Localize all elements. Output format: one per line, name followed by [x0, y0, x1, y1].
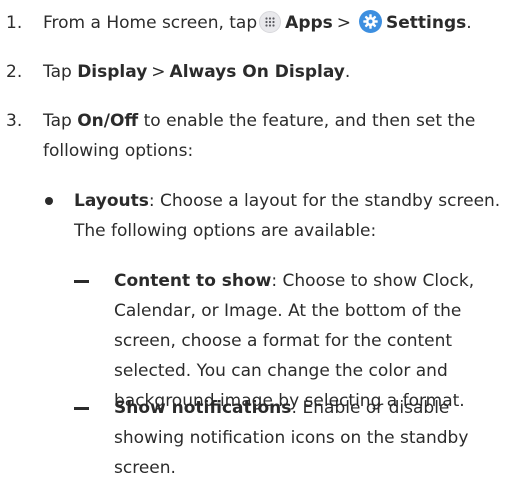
on-off-label: On/Off: [77, 111, 139, 131]
sub-item-line-2: Calendar, or Image. At the bottom of the: [114, 301, 462, 321]
bullet-line-1-rest: : Choose a layout for the standby screen…: [148, 191, 501, 211]
step-number: 1.: [6, 13, 23, 33]
sub-item-line-3: screen.: [114, 458, 176, 478]
bullet-text: Layouts: Choose a layout for the standby…: [74, 186, 519, 246]
step-line-1-rest: to enable the feature, and then set the: [143, 111, 476, 131]
step-number: 3.: [6, 111, 23, 131]
sub-item-text: Show notifications: Enable or disable sh…: [114, 393, 519, 483]
sub-item-line-1: Show notifications: Enable or disable: [114, 393, 519, 423]
show-notifications-term: Show notifications: [114, 398, 292, 418]
dash-marker: [74, 280, 89, 283]
bullet-dot: [45, 197, 53, 205]
settings-label: Settings: [386, 13, 467, 33]
instructions-document: 1. From a Home screen, tap Apps > Settings.…: [0, 0, 527, 483]
sub-item-show-notifications: Show notifications: Enable or disable sh…: [0, 393, 527, 483]
bullet-line-2: The following options are available:: [74, 221, 377, 241]
display-label: Display: [77, 62, 148, 82]
step-line-2: following options:: [43, 141, 194, 161]
bullet-layouts: Layouts: Choose a layout for the standby…: [0, 186, 527, 246]
sub-item-line-1: Content to show: Choose to show Clock,: [114, 266, 519, 296]
apps-grid-icon: [259, 11, 282, 33]
step-text-suffix: .: [466, 13, 472, 33]
step-text-suffix: .: [344, 62, 351, 82]
step-text: Tap Display > Always On Display.: [43, 57, 518, 87]
dash-marker: [74, 407, 89, 410]
sub-item-line-1-rest: : Choose to show Clock,: [271, 271, 475, 291]
content-to-show-term: Content to show: [114, 271, 272, 291]
step-text-prefix: Tap: [43, 62, 72, 82]
step-line-1: Tap On/Off to enable the feature, and th…: [43, 106, 518, 136]
layouts-term: Layouts: [74, 191, 149, 211]
step-number: 2.: [6, 62, 23, 82]
sub-item-line-1-rest: : Enable or disable: [291, 398, 450, 418]
step-text-prefix: Tap: [43, 111, 72, 131]
step-text: Tap On/Off to enable the feature, and th…: [43, 106, 518, 166]
separator: >: [336, 13, 352, 33]
apps-label: Apps: [285, 13, 333, 33]
sub-item-line-4: selected. You can change the color and: [114, 361, 448, 381]
sub-item-line-3: screen, choose a format for the content: [114, 331, 453, 351]
step-1: 1. From a Home screen, tap Apps > Settings.: [0, 8, 520, 38]
bullet-line-1: Layouts: Choose a layout for the standby…: [74, 186, 519, 216]
step-3: 3. Tap On/Off to enable the feature, and…: [0, 106, 520, 166]
separator: >: [151, 62, 166, 82]
sub-item-line-2: showing notification icons on the standb…: [114, 428, 469, 448]
always-on-display-label: Always On Display: [169, 62, 345, 82]
step-text: From a Home screen, tap Apps > Settings.: [43, 8, 518, 38]
settings-gear-icon: [359, 10, 383, 33]
step-text-prefix: From a Home screen, tap: [43, 13, 258, 33]
step-2: 2. Tap Display > Always On Display.: [0, 57, 520, 87]
